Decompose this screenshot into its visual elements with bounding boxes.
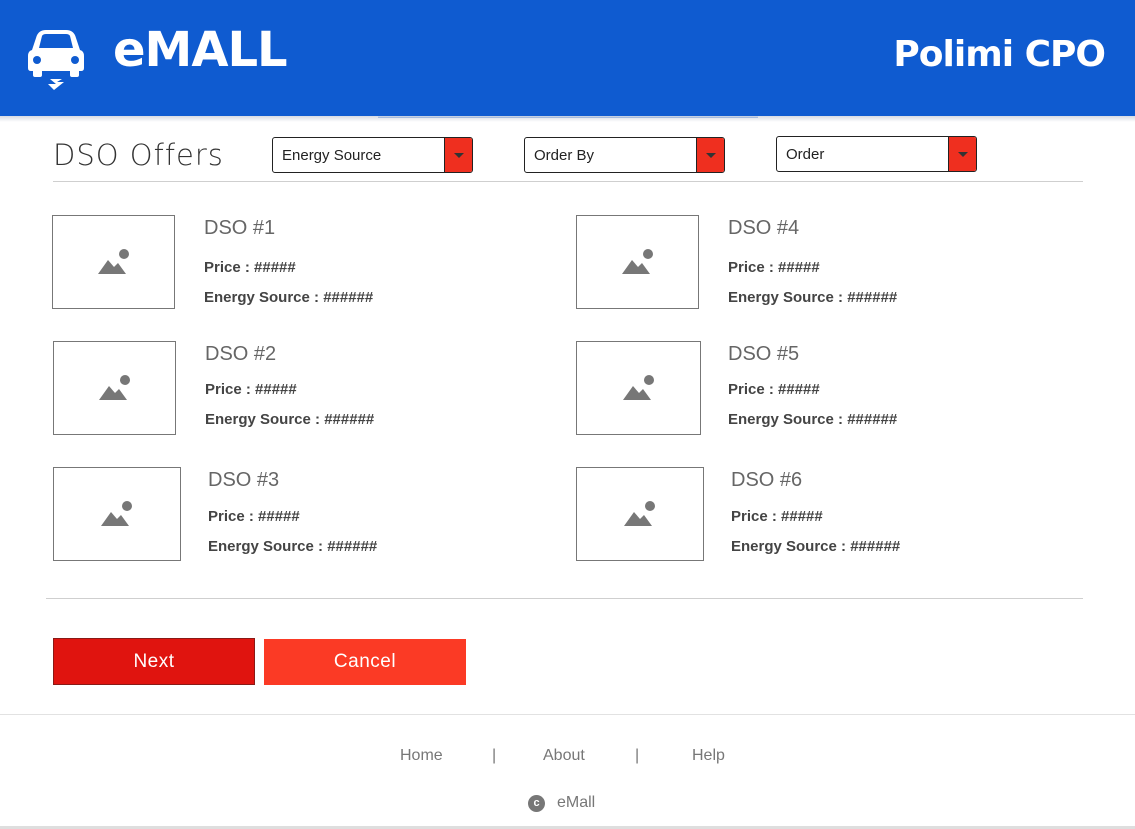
offer-card[interactable]: DSO #5 Price : ##### Energy Source : ###…: [576, 341, 1056, 441]
company-name: Polimi CPO: [893, 34, 1106, 75]
offer-price: Price : #####: [728, 259, 820, 276]
offer-thumbnail: [53, 467, 181, 561]
chevron-down-icon[interactable]: [444, 138, 472, 172]
footer-link-about[interactable]: About: [543, 747, 585, 765]
cancel-button[interactable]: Cancel: [264, 639, 466, 685]
header-shadow: [0, 116, 1135, 122]
car-charging-icon: [28, 30, 84, 90]
offer-card[interactable]: DSO #6 Price : ##### Energy Source : ###…: [576, 467, 1056, 567]
energy-source-select[interactable]: Energy Source: [272, 137, 473, 173]
offer-thumbnail: [53, 341, 176, 435]
copyright-text: eMall: [557, 794, 596, 811]
offer-thumbnail: [576, 467, 704, 561]
footer: Home | About | Help c eMall: [0, 714, 1135, 829]
offer-name: DSO #2: [205, 343, 277, 365]
offer-price: Price : #####: [728, 381, 820, 398]
offer-name: DSO #6: [731, 469, 803, 491]
offer-price: Price : #####: [204, 259, 296, 276]
offer-card[interactable]: DSO #2 Price : ##### Energy Source : ###…: [53, 341, 533, 441]
energy-source-select-label: Energy Source: [282, 146, 382, 164]
page-title: DSO Offers: [53, 138, 224, 172]
offer-energy-source: Energy Source : ######: [205, 411, 375, 428]
offer-card[interactable]: DSO #4 Price : ##### Energy Source : ###…: [576, 215, 1056, 315]
divider: [46, 598, 1083, 599]
offer-price: Price : #####: [208, 508, 300, 525]
offer-energy-source: Energy Source : ######: [728, 411, 898, 428]
brand-name: eMALL: [113, 22, 288, 78]
offer-card[interactable]: DSO #3 Price : ##### Energy Source : ###…: [53, 467, 533, 567]
image-placeholder-icon: [621, 249, 653, 274]
image-placeholder-icon: [624, 501, 655, 526]
offer-energy-source: Energy Source : ######: [208, 538, 378, 555]
footer-link-help[interactable]: Help: [692, 747, 725, 765]
image-placeholder-icon: [98, 375, 130, 400]
offer-card[interactable]: DSO #1 Price : ##### Energy Source : ###…: [52, 215, 532, 315]
offer-name: DSO #4: [728, 217, 800, 239]
order-by-select[interactable]: Order By: [524, 137, 725, 173]
copyright: c eMall: [528, 794, 595, 812]
offer-name: DSO #5: [728, 343, 800, 365]
image-placeholder-icon: [101, 501, 132, 526]
copyright-icon: c: [528, 794, 545, 812]
footer-link-home[interactable]: Home: [400, 747, 443, 765]
footer-separator: |: [492, 747, 497, 764]
offer-energy-source: Energy Source : ######: [731, 538, 901, 555]
footer-separator: |: [635, 747, 640, 764]
order-select[interactable]: Order: [776, 136, 977, 172]
next-button[interactable]: Next: [53, 638, 255, 685]
app-header: eMALL Polimi CPO: [0, 0, 1135, 118]
offer-thumbnail: [52, 215, 175, 309]
image-placeholder-icon: [622, 375, 654, 400]
offer-energy-source: Energy Source : ######: [204, 289, 374, 306]
offer-name: DSO #3: [208, 469, 280, 491]
order-select-label: Order: [786, 145, 825, 163]
offer-name: DSO #1: [204, 217, 276, 239]
order-by-select-label: Order By: [534, 146, 595, 164]
divider: [53, 181, 1083, 182]
offer-thumbnail: [576, 215, 699, 309]
offer-thumbnail: [576, 341, 701, 435]
image-placeholder-icon: [97, 249, 129, 274]
offer-price: Price : #####: [205, 381, 297, 398]
offer-price: Price : #####: [731, 508, 823, 525]
offer-energy-source: Energy Source : ######: [728, 289, 898, 306]
chevron-down-icon[interactable]: [948, 137, 976, 171]
chevron-down-icon[interactable]: [696, 138, 724, 172]
